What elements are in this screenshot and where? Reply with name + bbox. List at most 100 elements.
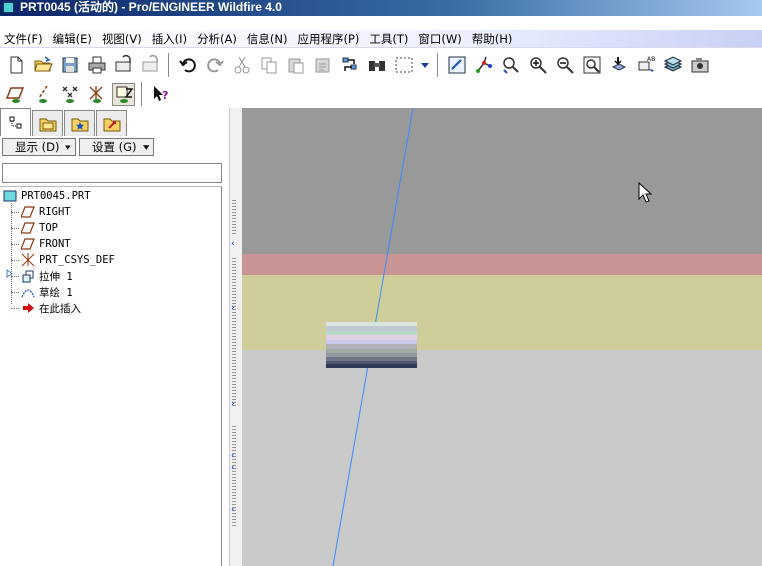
refit-icon (583, 56, 600, 74)
menu-edit[interactable]: 编辑(E) (49, 31, 98, 47)
open-button[interactable] (31, 54, 54, 77)
insert-here-arrow-icon (20, 301, 36, 315)
point-display-button[interactable] (58, 83, 81, 106)
context-help-button[interactable]: ? (149, 83, 172, 106)
find-button[interactable] (365, 54, 388, 77)
menu-window[interactable]: 窗口(W) (414, 31, 467, 47)
tree-connector (11, 228, 19, 229)
new-file-button[interactable] (4, 54, 27, 77)
tree-item-extrude[interactable]: 拉伸 1 (20, 268, 73, 284)
send-mail-button[interactable] (112, 54, 135, 77)
selection-dropdown-button[interactable] (419, 54, 431, 77)
layers-button[interactable] (661, 54, 684, 77)
menu-file[interactable]: 文件(F) (0, 31, 49, 47)
redo-button[interactable] (203, 54, 226, 77)
collapse-left-icon[interactable]: ‹ (231, 452, 235, 461)
tree-root-item[interactable]: PRT0045.PRT (2, 188, 91, 204)
expand-right-icon[interactable]: › (231, 400, 235, 409)
expand-right-icon[interactable]: › (231, 304, 235, 313)
chevron-down-icon (142, 144, 149, 150)
regenerate-button[interactable] (338, 54, 361, 77)
refit-button[interactable] (580, 54, 603, 77)
repaint-button[interactable] (445, 54, 468, 77)
plane-display-button[interactable] (4, 83, 27, 106)
menu-analysis[interactable]: 分析(A) (193, 31, 243, 47)
copy-button[interactable] (257, 54, 280, 77)
tree-item-csys[interactable]: PRT_CSYS_DEF (20, 252, 115, 268)
repaint-icon (448, 56, 465, 74)
tree-options-row: 显示 (D) 设置 (G) (0, 138, 229, 158)
tab-favorites[interactable] (64, 110, 95, 136)
datum-axis-line (332, 108, 414, 566)
collapse-left-icon[interactable]: ‹ (231, 506, 235, 515)
zoom-in-button[interactable] (526, 54, 549, 77)
selection-box-button[interactable] (392, 54, 415, 77)
tree-item-label: 在此插入 (39, 302, 81, 315)
model-tree-settings-button[interactable] (688, 54, 711, 77)
paste-special-button[interactable] (311, 54, 334, 77)
tree-item-front[interactable]: FRONT (20, 236, 71, 252)
spin-center-button[interactable] (472, 54, 495, 77)
menu-view[interactable]: 视图(V) (98, 31, 148, 47)
folder-browser-icon (39, 118, 56, 131)
collapse-left-icon[interactable]: ‹ (231, 464, 235, 473)
splitter-grip[interactable] (232, 200, 236, 234)
tree-connector (11, 244, 19, 245)
settings-dropdown[interactable]: 设置 (G) (79, 138, 154, 156)
new-file-icon (10, 56, 22, 74)
zoom-out-button[interactable] (553, 54, 576, 77)
menu-info[interactable]: 信息(N) (243, 31, 294, 47)
chevron-down-icon (421, 63, 429, 68)
tree-item-label: PRT_CSYS_DEF (39, 254, 115, 266)
navigator-tabs (0, 108, 128, 136)
annotation-display-button[interactable] (112, 82, 135, 106)
save-button[interactable] (58, 54, 81, 77)
csys-display-button[interactable] (85, 83, 108, 106)
menu-bar: 文件(F) 编辑(E) 视图(V) 插入(I) 分析(A) 信息(N) 应用程序… (0, 30, 762, 48)
datum-axis-display-icon (37, 85, 48, 103)
toolbar-separator (168, 53, 170, 77)
menu-insert[interactable]: 插入(I) (148, 31, 193, 47)
model-render[interactable] (326, 322, 417, 368)
navigator-panel: 显示 (D) 设置 (G) PRT0045.PRT RIGHT TOP FRON… (0, 108, 229, 566)
tree-item-insert-here[interactable]: 在此插入 (20, 300, 81, 316)
window-title-bar: PRT0045 (活动的) - Pro/ENGINEER Wildfire 4.… (0, 0, 762, 16)
panel-splitter[interactable]: ‹ › › ‹ ‹ ‹ (229, 108, 242, 566)
named-view-button[interactable] (607, 54, 630, 77)
tab-folder-browser[interactable] (32, 110, 63, 136)
axis-display-button[interactable] (31, 83, 54, 106)
undo-button[interactable] (176, 54, 199, 77)
paste-special-icon (315, 58, 329, 73)
tree-item-sketch[interactable]: 草绘 1 (20, 284, 73, 300)
connections-icon (103, 118, 120, 131)
show-dropdown[interactable]: 显示 (D) (2, 138, 76, 156)
menu-tools[interactable]: 工具(T) (365, 31, 414, 47)
menu-help[interactable]: 帮助(H) (468, 31, 519, 47)
send-link-button[interactable] (139, 54, 162, 77)
saved-views-button[interactable]: AB (634, 54, 657, 77)
orient-mode-button[interactable] (499, 54, 522, 77)
mail-icon (115, 55, 131, 72)
camera-icon (691, 58, 708, 73)
expand-arrow-icon[interactable] (6, 269, 13, 278)
graphics-window[interactable] (242, 108, 762, 566)
menu-applications[interactable]: 应用程序(P) (293, 31, 365, 47)
csys-icon (20, 253, 36, 267)
print-button[interactable] (85, 54, 108, 77)
paste-button[interactable] (284, 54, 307, 77)
splitter-grip[interactable] (232, 258, 236, 408)
zoom-in-icon (529, 57, 547, 74)
csys-display-icon (89, 86, 102, 103)
open-folder-icon (33, 56, 53, 72)
tree-item-label: TOP (39, 222, 58, 234)
printer-icon (88, 56, 105, 74)
collapse-left-icon[interactable]: ‹ (231, 240, 235, 249)
tree-item-right[interactable]: RIGHT (20, 204, 71, 220)
tree-connector (11, 308, 19, 309)
tab-model-tree[interactable] (0, 108, 31, 136)
tree-filter-input[interactable] (2, 163, 222, 183)
tab-connections[interactable] (96, 110, 127, 136)
tree-item-label: 草绘 1 (39, 286, 73, 299)
cut-button[interactable] (230, 54, 253, 77)
tree-item-top[interactable]: TOP (20, 220, 58, 236)
